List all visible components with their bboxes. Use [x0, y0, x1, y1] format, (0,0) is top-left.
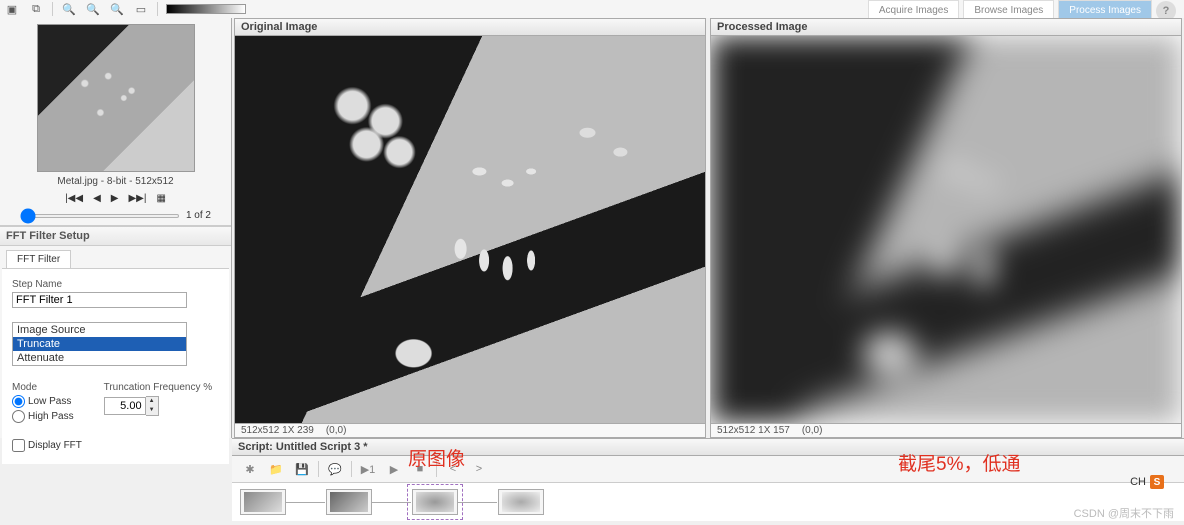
- zoom-out-icon[interactable]: 🔍: [85, 1, 101, 17]
- step-name-label: Step Name: [12, 279, 219, 290]
- processed-dims: 512x512 1X 157: [717, 425, 790, 436]
- setup-header: FFT Filter Setup: [0, 226, 231, 246]
- original-image[interactable]: [235, 36, 705, 423]
- left-panel: Metal.jpg - 8-bit - 512x512 |◀◀ ◀ ▶ ▶▶| …: [0, 18, 232, 438]
- step-fwd-icon[interactable]: >: [469, 460, 489, 478]
- script-step-4[interactable]: [498, 489, 544, 515]
- folder-icon[interactable]: 📁: [266, 460, 286, 478]
- original-status: 512x512 1X 239 (0,0): [235, 423, 705, 437]
- processed-panel: Processed Image 512x512 1X 157 (0,0): [710, 18, 1182, 438]
- lang-ch: CH: [1130, 476, 1146, 488]
- thumbnail-caption: Metal.jpg - 8-bit - 512x512: [10, 176, 221, 187]
- thumbnail-slider[interactable]: [20, 214, 180, 218]
- filter-body: Step Name Image Source Truncate Attenuat…: [2, 268, 229, 464]
- star-icon[interactable]: ✱: [240, 460, 260, 478]
- filter-tab[interactable]: FFT Filter: [6, 250, 71, 268]
- radio-lowpass[interactable]: Low Pass: [12, 395, 74, 408]
- processed-header: Processed Image: [711, 19, 1181, 36]
- language-indicator[interactable]: CH S: [1130, 475, 1164, 489]
- processed-coord: (0,0): [802, 425, 823, 436]
- zoom-region-icon[interactable]: ▭: [133, 1, 149, 17]
- thumbnail-image[interactable]: [37, 24, 195, 172]
- nav-last-icon[interactable]: ▶▶|: [128, 193, 146, 204]
- nav-grid-icon[interactable]: ▦: [156, 193, 165, 204]
- processed-image[interactable]: [711, 36, 1181, 423]
- freq-spinner[interactable]: ▲▼: [104, 396, 213, 416]
- original-header: Original Image: [235, 19, 705, 36]
- display-fft-checkbox[interactable]: Display FFT: [12, 439, 219, 452]
- original-panel: Original Image 512x512 1X 239 (0,0): [234, 18, 706, 438]
- play-once-icon[interactable]: ▶1: [358, 460, 378, 478]
- script-bar: Script: Untitled Script 3 * ✱ 📁 💾 💬 ▶1 ▶…: [232, 438, 1184, 521]
- spinner-up-icon[interactable]: ▲: [146, 397, 158, 406]
- listbox-opt-source[interactable]: Image Source: [13, 323, 186, 337]
- save-icon[interactable]: 💾: [292, 460, 312, 478]
- step-name-input[interactable]: [12, 292, 187, 308]
- listbox-opt-attenuate[interactable]: Attenuate: [13, 351, 186, 365]
- mode-label: Mode: [12, 382, 74, 393]
- script-step-2[interactable]: [326, 489, 372, 515]
- radio-highpass[interactable]: High Pass: [12, 410, 74, 423]
- listbox-opt-truncate[interactable]: Truncate: [13, 337, 186, 351]
- tool-icon-2[interactable]: ⧉: [28, 1, 44, 17]
- top-toolbar: ▣ ⧉ 🔍 🔍 🔍 ▭ Acquire Images Browse Images…: [0, 0, 1184, 18]
- original-dims: 512x512 1X 239: [241, 425, 314, 436]
- freq-input[interactable]: [104, 397, 146, 415]
- watermark: CSDN @周末不下雨: [1074, 505, 1174, 521]
- script-step-3[interactable]: [412, 489, 458, 515]
- thumbnail-nav: |◀◀ ◀ ▶ ▶▶| ▦: [10, 193, 221, 204]
- speech-icon[interactable]: 💬: [325, 460, 345, 478]
- freq-label: Truncation Frequency %: [104, 382, 213, 393]
- zoom-fit-icon[interactable]: 🔍: [109, 1, 125, 17]
- step-back-icon[interactable]: <: [443, 460, 463, 478]
- script-canvas[interactable]: [232, 483, 1184, 521]
- original-coord: (0,0): [326, 425, 347, 436]
- filter-listbox[interactable]: Image Source Truncate Attenuate: [12, 322, 187, 366]
- gradient-bar: [166, 4, 246, 14]
- tool-icon-1[interactable]: ▣: [4, 1, 20, 17]
- nav-first-icon[interactable]: |◀◀: [65, 193, 83, 204]
- nav-next-icon[interactable]: ▶: [111, 193, 119, 204]
- nav-prev-icon[interactable]: ◀: [93, 193, 101, 204]
- pager-label: 1 of 2: [186, 210, 211, 221]
- spinner-down-icon[interactable]: ▼: [146, 406, 158, 415]
- play-icon[interactable]: ▶: [384, 460, 404, 478]
- stop-icon[interactable]: ■: [410, 460, 430, 478]
- script-step-1[interactable]: [240, 489, 286, 515]
- script-header: Script: Untitled Script 3 *: [232, 439, 1184, 456]
- script-toolbar: ✱ 📁 💾 💬 ▶1 ▶ ■ < >: [232, 456, 1184, 483]
- lang-s-icon: S: [1150, 475, 1164, 489]
- processed-status: 512x512 1X 157 (0,0): [711, 423, 1181, 437]
- zoom-in-icon[interactable]: 🔍: [61, 1, 77, 17]
